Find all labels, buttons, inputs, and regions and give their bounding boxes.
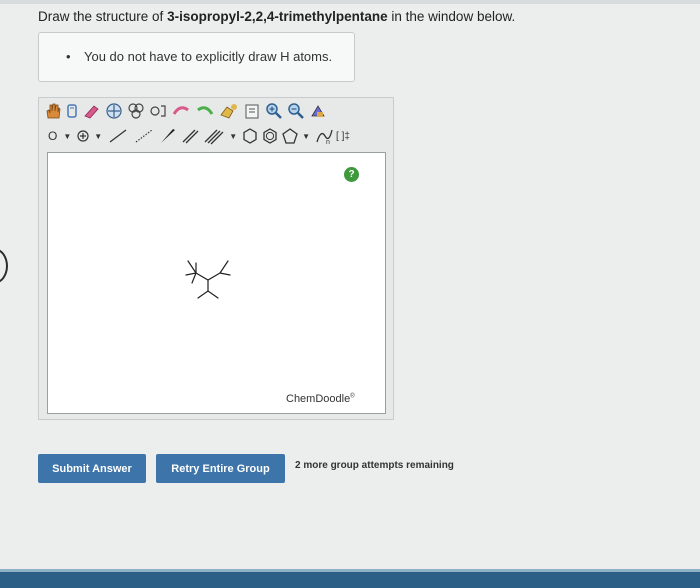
clear-icon[interactable] [218, 101, 240, 121]
flip-icon[interactable] [148, 101, 168, 121]
benzene-ring-icon[interactable] [261, 126, 279, 146]
molecule-structure[interactable] [178, 251, 238, 311]
dashed-bond-icon[interactable] [132, 126, 156, 146]
question-text: Draw the structure of 3-isopropyl-2,2,4-… [38, 9, 515, 24]
submit-answer-button[interactable]: Submit Answer [38, 454, 146, 483]
svg-text:n: n [326, 139, 330, 145]
help-button[interactable]: ? [344, 167, 359, 182]
redo-icon[interactable] [194, 101, 216, 121]
triple-bond-icon[interactable] [202, 126, 226, 146]
chevron-down-icon[interactable]: ▼ [229, 132, 237, 141]
atom-label-tool[interactable]: O [44, 126, 60, 146]
attempts-remaining-text: 2 more group attempts remaining [295, 460, 454, 471]
chemdoodle-brand: ChemDoodle® [286, 393, 355, 405]
double-bond-icon[interactable] [180, 126, 200, 146]
hint-bullet: • [66, 49, 71, 64]
page-edge-arc [0, 248, 8, 284]
bracket-label: [ ]‡ [336, 130, 350, 142]
undo-icon[interactable] [170, 101, 192, 121]
zoom-out-icon[interactable] [286, 101, 306, 121]
chain-icon[interactable]: n [314, 126, 334, 146]
wedge-bond-icon[interactable] [158, 126, 178, 146]
template-icon[interactable] [126, 101, 146, 121]
clean-icon[interactable] [242, 101, 262, 121]
bracket-tool[interactable]: [ ]‡ [336, 126, 350, 146]
zoom-in-icon[interactable] [264, 101, 284, 121]
question-suffix: in the window below. [391, 9, 516, 24]
toolbar-row-1 [44, 100, 330, 122]
charge-plus-icon[interactable] [75, 126, 91, 146]
top-bar [0, 0, 700, 4]
hint-box: • You do not have to explicitly draw H a… [38, 32, 355, 82]
single-bond-icon[interactable] [106, 126, 130, 146]
chemdoodle-sketcher: O ▼ ▼ ▼ ▼ n []‡ ? ChemDoodle® [38, 97, 394, 420]
center-icon[interactable] [104, 101, 124, 121]
retry-entire-group-button[interactable]: Retry Entire Group [156, 454, 285, 483]
hint-text: You do not have to explicitly draw H ato… [84, 49, 333, 64]
brand-text: ChemDoodle [286, 393, 351, 405]
color-icon[interactable] [308, 101, 328, 121]
chevron-down-icon[interactable]: ▼ [63, 132, 71, 141]
bottom-band [0, 572, 700, 588]
compound-name: 3-isopropyl-2,2,4-trimethylpentane [167, 9, 388, 24]
brand-mark: ® [350, 393, 355, 400]
eraser-icon[interactable] [82, 101, 102, 121]
chevron-down-icon[interactable]: ▼ [302, 132, 310, 141]
hand-icon[interactable] [44, 101, 62, 121]
lasso-icon[interactable] [64, 101, 80, 121]
drawing-canvas[interactable]: ? ChemDoodle® [47, 152, 386, 414]
pentagon-ring-icon[interactable] [281, 126, 299, 146]
chevron-down-icon[interactable]: ▼ [94, 132, 102, 141]
cyclopropane-ring-icon[interactable] [241, 126, 259, 146]
toolbar-row-2: O ▼ ▼ ▼ ▼ n []‡ [44, 125, 352, 147]
atom-label-text: O [48, 129, 58, 143]
question-prefix: Draw the structure of [38, 9, 164, 24]
